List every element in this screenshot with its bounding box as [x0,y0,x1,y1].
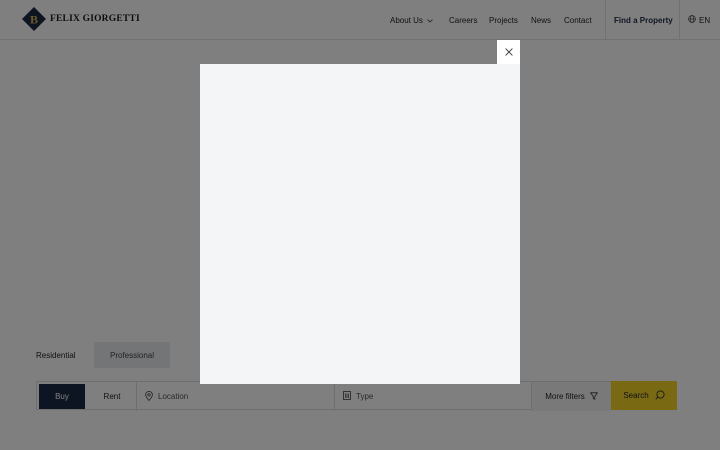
modal-close-button[interactable] [497,40,520,64]
modal-dialog [200,64,520,384]
close-icon [504,43,513,61]
